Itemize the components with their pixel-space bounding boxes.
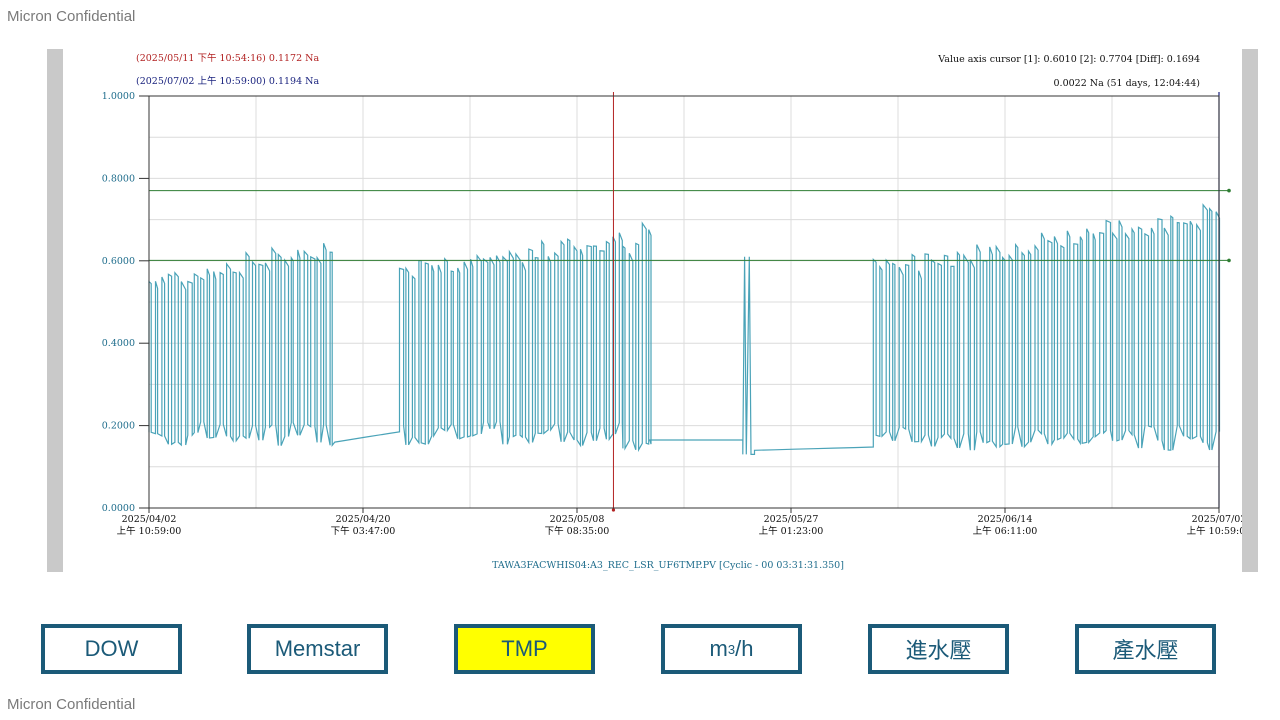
time-cursor-handle-1	[611, 508, 616, 512]
inlet-pressure-button[interactable]: 進水壓	[868, 624, 1009, 674]
time-diff-readout: 0.0022 Na (51 days, 12:04:44)	[1054, 78, 1200, 89]
confidential-label-bottom: Micron Confidential	[7, 696, 136, 713]
y-tick-label: 1.0000	[102, 91, 135, 102]
x-tick-time: 上午 06:11:00	[973, 525, 1038, 537]
x-tick-time: 上午 10:59:00	[117, 525, 182, 537]
y-tick-label: 0.2000	[102, 421, 135, 432]
y-tick-label: 0.8000	[102, 173, 135, 184]
x-tick-time: 下午 08:35:00	[545, 525, 610, 537]
cursor2-readout: (2025/07/02 上午 10:59:00) 0.1194 Na	[136, 75, 319, 87]
flow-rate-button-suffix: /h	[735, 636, 754, 661]
x-tick-date: 2025/04/20	[336, 514, 391, 525]
chart-grid	[149, 96, 1219, 508]
product-pressure-button-label: 產水壓	[1112, 638, 1179, 663]
x-tick-date: 2025/06/14	[978, 514, 1033, 525]
x-tick-date: 2025/04/02	[122, 514, 177, 525]
dow-button[interactable]: DOW	[41, 624, 182, 674]
y-tick-label: 0.4000	[102, 338, 135, 349]
memstar-button[interactable]: Memstar	[247, 624, 388, 674]
x-tick-date: 2025/07/02	[1192, 514, 1242, 525]
y-tick-label: 0.0000	[102, 503, 135, 514]
dow-button-label: DOW	[84, 636, 139, 661]
value-cursor-readout: Value axis cursor [1]: 0.6010 [2]: 0.770…	[937, 54, 1200, 65]
tmp-button[interactable]: TMP	[454, 624, 595, 674]
inlet-pressure-button-label: 進水壓	[905, 638, 972, 663]
product-pressure-button[interactable]: 產水壓	[1075, 624, 1216, 674]
cursor1-readout: (2025/05/11 下午 10:54:16) 0.1172 Na	[136, 52, 319, 64]
x-tick-date: 2025/05/08	[550, 514, 605, 525]
x-tick-time: 上午 01:23:00	[759, 525, 824, 537]
x-tick-time: 下午 03:47:00	[331, 525, 396, 537]
trend-chart[interactable]: 1.0000 0.8000 0.6000 0.4000 0.2000 0.0000 202…	[63, 49, 1242, 572]
tmp-button-label: TMP	[501, 636, 548, 661]
flow-rate-button[interactable]: m 3/h	[661, 624, 802, 674]
x-tick-date: 2025/05/27	[764, 514, 819, 525]
memstar-button-label: Memstar	[274, 636, 361, 661]
flow-rate-button-label: m	[709, 636, 728, 661]
value-cursor-handle-2	[1227, 188, 1231, 193]
x-axis-ticks: 2025/04/02上午 10:59:002025/04/20下午 03:47:…	[117, 508, 1242, 537]
trend-chart-frame: 1.0000 0.8000 0.6000 0.4000 0.2000 0.0000 202…	[47, 49, 1258, 572]
confidential-label-top: Micron Confidential	[7, 8, 136, 25]
flow-rate-button-superscript: 3	[727, 641, 736, 657]
trend-chart-panel[interactable]: 1.0000 0.8000 0.6000 0.4000 0.2000 0.0000 202…	[63, 49, 1242, 572]
value-cursor-handle-1	[1227, 258, 1231, 263]
y-axis-ticks: 1.0000 0.8000 0.6000 0.4000 0.2000 0.0000	[102, 91, 149, 514]
y-tick-label: 0.6000	[102, 256, 135, 267]
series-tag-label: TAWA3FACWHIS04:A3_REC_LSR_UF6TMP.PV [Cyc…	[492, 560, 844, 571]
x-tick-time: 上午 10:59:00	[1187, 525, 1242, 537]
